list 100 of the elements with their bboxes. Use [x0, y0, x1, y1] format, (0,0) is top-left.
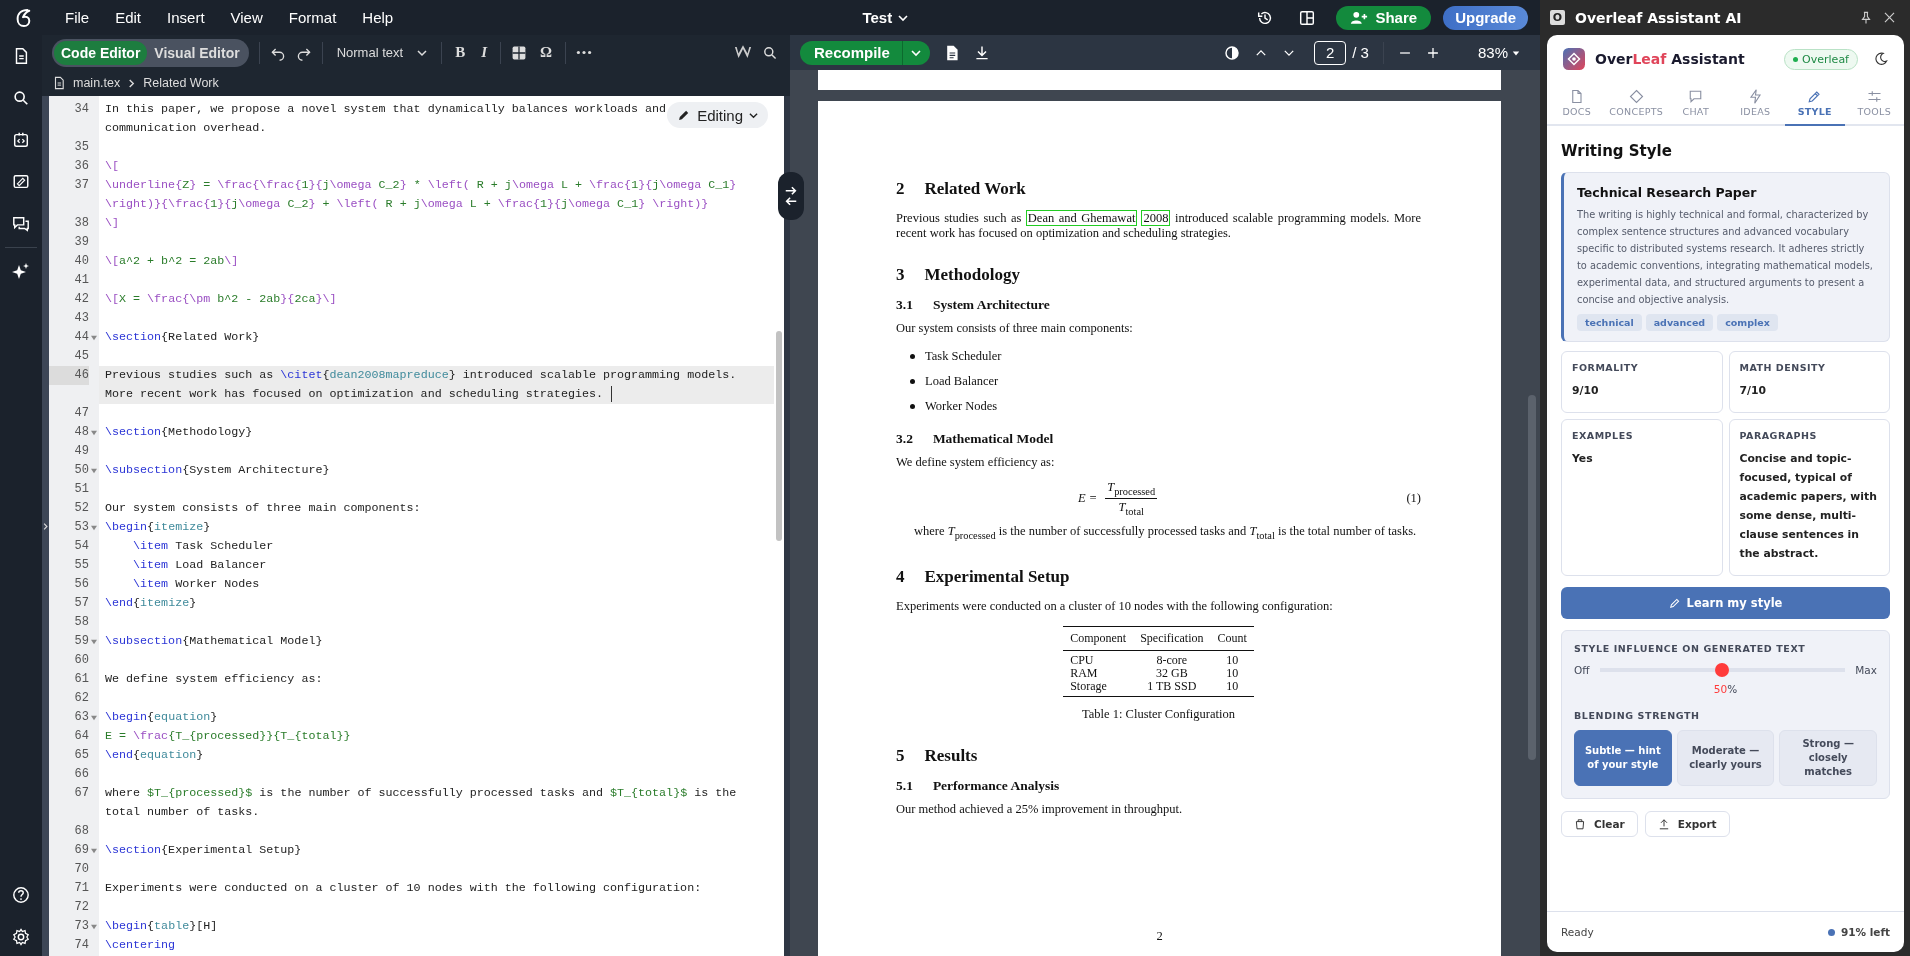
symbol-button[interactable]: Ω: [537, 44, 555, 61]
fold-arrow-icon[interactable]: [91, 924, 97, 930]
code-line: Experiments were conducted on a cluster of 10 nodes with the following configuration:: [104, 880, 702, 897]
project-title[interactable]: Test: [862, 9, 893, 26]
caret-icon: [749, 110, 758, 120]
action-button[interactable]: Clear: [1561, 811, 1638, 837]
page-number-field[interactable]: 2: [1314, 40, 1347, 65]
fold-arrow-icon[interactable]: [91, 639, 97, 645]
code-line: In this paper, we propose a novel system that dynamically balances workloads and communication overhead.: [104, 101, 667, 137]
download-icon[interactable]: [973, 44, 990, 61]
code-line: \end{itemize}: [104, 595, 197, 612]
breadcrumb-section[interactable]: Related Work: [143, 76, 219, 90]
swap-panes-button[interactable]: [778, 172, 804, 220]
line-number: 36: [73, 158, 89, 175]
search-icon[interactable]: [12, 89, 30, 107]
pin-icon[interactable]: [1859, 10, 1873, 25]
editor-mode-tab[interactable]: Visual Editor: [147, 40, 247, 65]
chevron-right-icon[interactable]: [42, 521, 49, 531]
fold-arrow-icon[interactable]: [91, 468, 97, 474]
subsection-heading: 5.1 Performance Analysis: [896, 777, 1061, 794]
help-icon[interactable]: [12, 886, 30, 904]
code-line: \item Task Scheduler: [132, 538, 274, 555]
chat-icon[interactable]: [12, 215, 30, 233]
contrast-icon[interactable]: [1224, 44, 1241, 61]
line-number: 70: [73, 861, 89, 878]
subsection-heading: 3.1 System Architecture: [896, 297, 1051, 313]
table-cell: 10: [1210, 679, 1254, 696]
line-number: 38: [73, 215, 89, 232]
blending-option[interactable]: Subtle — hint of your style: [1574, 730, 1672, 786]
zigzag-icon[interactable]: [734, 45, 752, 60]
line-number: 51: [73, 481, 89, 498]
table-cell: 1 TB SSD: [1133, 679, 1211, 696]
blending-option[interactable]: Strong — closely matches: [1779, 730, 1877, 786]
line-number: 48: [73, 424, 89, 441]
search-icon[interactable]: [762, 44, 778, 61]
profile-description: The writing is highly technical and formal, characterized by complex sentence structures and advanced vocabulary specific to distributed systems research. It adheres strictly to academic conventions, integrating mathematical models, experimental data, and structured arguments to present a concise and objective analysis.: [1577, 208, 1874, 307]
moon-icon[interactable]: [1874, 52, 1888, 66]
text-style-dropdown[interactable]: Normal text: [332, 45, 432, 60]
slider-thumb[interactable]: [1715, 663, 1730, 677]
citation-link[interactable]: Dean and Ghemawat: [1025, 210, 1138, 226]
line-number: 55: [73, 557, 89, 574]
fold-arrow-icon[interactable]: [91, 335, 97, 341]
menu-item[interactable]: Edit: [104, 9, 153, 26]
table-icon[interactable]: [511, 44, 527, 61]
blending-option[interactable]: Moderate — clearly yours: [1676, 730, 1775, 786]
line-number: 74: [73, 937, 89, 954]
caret-icon: [1512, 48, 1520, 57]
format-button[interactable]: I: [478, 44, 490, 61]
equation-number: (1): [1406, 490, 1421, 506]
line-number: 72: [73, 899, 89, 916]
recompile-options-button[interactable]: [901, 40, 930, 65]
paragraph: Our system consists of three main components:: [896, 321, 1134, 336]
pen-screen-icon[interactable]: [12, 173, 30, 191]
bullet-icon: [910, 379, 915, 384]
fold-arrow-icon[interactable]: [91, 848, 97, 854]
menu-item[interactable]: Help: [351, 9, 405, 26]
menu-item[interactable]: Format: [277, 9, 348, 26]
leaf-logo-icon[interactable]: [14, 7, 32, 28]
upgrade-button[interactable]: Upgrade: [1443, 5, 1528, 30]
code-line: \subsection{System Architecture}: [104, 462, 330, 479]
line-number: 59: [73, 633, 89, 650]
zoom-in-icon[interactable]: [1425, 45, 1440, 60]
code-line: Our system consists of three main components:: [104, 500, 421, 517]
share-button[interactable]: Share: [1336, 5, 1432, 30]
action-button[interactable]: Export: [1644, 811, 1730, 837]
caret-icon[interactable]: [898, 12, 909, 23]
recompile-button[interactable]: Recompile: [800, 40, 902, 65]
line-number: 40: [73, 253, 89, 270]
fold-arrow-icon[interactable]: [91, 715, 97, 721]
format-button[interactable]: B: [452, 44, 469, 61]
settings-icon[interactable]: [12, 928, 30, 946]
more-icon[interactable]: [576, 50, 592, 55]
fold-arrow-icon[interactable]: [91, 430, 97, 436]
menu-item[interactable]: File: [54, 9, 101, 26]
layout-icon[interactable]: [1298, 8, 1317, 27]
code-line: \[X = \frac{\pm b^2 - 2ab}{2ca}\]: [104, 291, 337, 308]
list-item: Worker Nodes: [925, 399, 998, 414]
line-number: 58: [73, 614, 89, 631]
line-number: 65: [73, 747, 89, 764]
citation-link[interactable]: 2008: [1141, 210, 1171, 226]
learn-style-button[interactable]: Learn my style: [1561, 587, 1890, 619]
code-line: \begin{equation}: [104, 709, 218, 726]
line-number: 39: [73, 234, 89, 251]
section-heading: 4 Experimental Setup: [896, 566, 1071, 587]
assistant-tab[interactable]: STYLE: [1785, 83, 1845, 126]
close-icon[interactable]: [1883, 11, 1896, 24]
menu-item[interactable]: Insert: [156, 9, 216, 26]
trash-icon: [1574, 818, 1586, 830]
line-number: 64: [73, 728, 89, 745]
line-number: 53: [73, 519, 89, 536]
editing-mode-button[interactable]: Editing: [667, 102, 768, 128]
zoom-dropdown[interactable]: 83%: [1471, 43, 1526, 62]
paragraph: Previous studies such as Dean and Ghemawat 2008 introduced scalable programming models. More recent work has focused on optimization and scheduling strategies.: [896, 211, 1421, 241]
code-box-icon[interactable]: [12, 131, 30, 149]
editor-mode-tab[interactable]: Code Editor: [54, 40, 148, 65]
line-number: 56: [73, 576, 89, 593]
line-number: 61: [73, 671, 89, 688]
menu-item[interactable]: View: [219, 9, 274, 26]
breadcrumb-file[interactable]: main.tex: [73, 76, 121, 90]
fold-arrow-icon[interactable]: [91, 525, 97, 531]
